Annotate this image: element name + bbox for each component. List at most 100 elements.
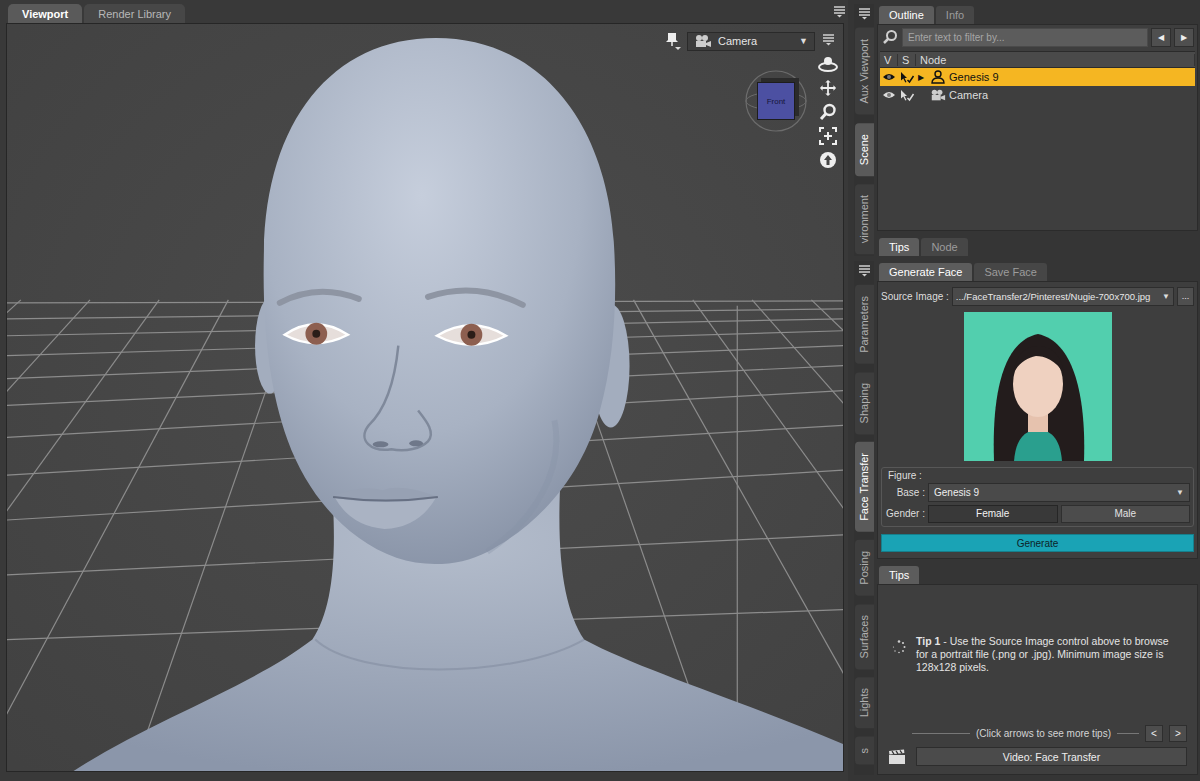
gender-button[interactable]: Female [928, 505, 1058, 523]
visibility-eye-icon[interactable] [880, 87, 898, 103]
camera-label: Camera [718, 35, 793, 47]
tab[interactable]: Info [936, 6, 974, 24]
tab-bar: Generate FaceSave Face [877, 261, 1198, 281]
tip-navigation: (Click arrows to see more tips)<> [878, 723, 1197, 743]
tab[interactable]: Tips [879, 566, 919, 584]
tab[interactable]: Generate Face [879, 263, 972, 281]
side-tab[interactable]: Aux Viewport [855, 28, 874, 115]
gender-label: Gender : [885, 508, 925, 519]
search-row: ◀▶ [878, 25, 1197, 49]
orbit-icon[interactable] [817, 54, 839, 73]
menu-icon[interactable] [817, 30, 839, 49]
tab[interactable]: Tips [879, 238, 919, 256]
gender-row: Gender :FemaleMale [885, 504, 1190, 523]
tip-body: - Use the Source Image control above to … [916, 635, 1169, 673]
viewport-tools [817, 30, 839, 169]
tip-text: Tip 1- Use the Source Image control abov… [916, 635, 1183, 674]
outline-row[interactable]: ▶ Genesis 9 [880, 68, 1195, 86]
home-icon[interactable] [817, 150, 839, 169]
figure-icon [930, 70, 946, 84]
side-tab[interactable]: Lights [855, 677, 874, 728]
browse-button[interactable]: ... [1177, 287, 1194, 306]
base-dropdown[interactable]: Genesis 9▼ [928, 483, 1190, 502]
side-tab[interactable]: Parameters [855, 285, 874, 364]
camera-dropdown[interactable]: Camera ▼ [687, 32, 815, 51]
generate-button[interactable]: Generate [881, 534, 1194, 552]
camera-controls: Camera ▼ [665, 31, 815, 51]
tab-bar: TipsNode [877, 236, 1198, 256]
side-tab[interactable]: Surfaces [855, 604, 874, 669]
column-header[interactable]: Node [916, 54, 1195, 66]
frame-icon[interactable] [817, 126, 839, 145]
3d-viewport[interactable]: Camera ▼ Front [6, 23, 844, 772]
source-image-dropdown[interactable]: .../FaceTransfer2/Pinterest/Nugie-700x70… [952, 287, 1174, 306]
viewport-tab[interactable]: Viewport [8, 4, 82, 23]
zoom-icon[interactable] [817, 102, 839, 121]
base-row: Base :Genesis 9▼ [885, 483, 1190, 502]
prev-button[interactable]: ◀ [1151, 28, 1171, 47]
previous-tip-button[interactable]: < [1145, 725, 1163, 742]
gender-button[interactable]: Male [1061, 505, 1191, 523]
side-tab-strip: Parameters Shaping Face Transfer Posing Surf… [854, 261, 874, 775]
dropdown-arrow: ▼ [1176, 488, 1184, 497]
source-image-row: Source Image : .../FaceTransfer2/Pinteres… [881, 286, 1194, 306]
outline-row[interactable]: Camera [880, 86, 1195, 104]
side-tab[interactable]: Shaping [855, 372, 874, 434]
viewport-tab[interactable]: Render Library [84, 4, 185, 23]
side-tab-strip: Aux Viewport Scene vironment [854, 4, 874, 256]
tab[interactable]: Node [921, 238, 967, 256]
video-row: Video: Face Transfer [878, 743, 1197, 774]
tab-bar: Tips [877, 564, 1198, 584]
tab[interactable]: Outline [879, 6, 934, 24]
selectable-cursor-icon[interactable] [898, 69, 916, 85]
visibility-eye-icon[interactable] [880, 69, 898, 85]
side-tab[interactable]: Scene [855, 123, 874, 176]
view-cube[interactable]: Front [743, 68, 809, 134]
pane-menu-icon[interactable] [856, 263, 872, 277]
column-header[interactable]: V [880, 54, 898, 66]
loading-spinner-icon [892, 640, 906, 654]
figure-render [7, 24, 843, 771]
side-tab[interactable]: Face Transfer [855, 442, 874, 532]
base-label: Base : [885, 487, 925, 498]
column-header[interactable]: S [898, 54, 916, 66]
selectable-cursor-icon[interactable] [898, 87, 916, 103]
outline-header: VSNode [880, 51, 1195, 68]
cube-face[interactable]: Front [757, 82, 795, 120]
video-button[interactable]: Video: Face Transfer [916, 747, 1187, 766]
dropdown-arrow: ▼ [1162, 292, 1170, 301]
figure-label: Figure : [885, 470, 1190, 481]
app-window: ViewportRender Library Camera ▼ Front Aux Vi… [0, 0, 1200, 781]
dropdown-arrow: ▼ [799, 36, 808, 46]
next-button[interactable]: ▶ [1174, 28, 1194, 47]
figure-group: Figure :Base :Genesis 9▼Gender :FemaleMa… [881, 467, 1194, 527]
tip-title: Tip 1 [916, 635, 940, 647]
pane-menu-icon[interactable] [856, 6, 872, 20]
viewport-tab-bar: ViewportRender Library [0, 0, 848, 23]
side-tab[interactable]: vironment [855, 184, 874, 254]
source-image-path: .../FaceTransfer2/Pinterest/Nugie-700x70… [956, 291, 1159, 302]
side-tab[interactable]: Posing [855, 540, 874, 596]
filter-input[interactable] [902, 28, 1148, 47]
node-cell: Camera [916, 88, 1195, 102]
panel-menu-icon[interactable] [832, 5, 846, 19]
expand-toggle[interactable]: ▶ [918, 73, 927, 82]
move-icon[interactable] [817, 78, 839, 97]
node-name: Camera [949, 89, 988, 101]
clapperboard-icon [888, 749, 906, 765]
divider-line [912, 733, 970, 734]
side-panes: Aux ViewportScenevironmentOutlineInfo◀▶V… [848, 0, 1200, 781]
node-name: Genesis 9 [949, 71, 999, 83]
source-image-label: Source Image : [881, 291, 949, 302]
node-cell: ▶ Genesis 9 [916, 70, 1195, 84]
side-tab[interactable]: s [855, 737, 874, 765]
next-tip-button[interactable]: > [1169, 725, 1187, 742]
divider-line [1117, 733, 1139, 734]
scene-section: Aux ViewportScenevironmentOutlineInfo◀▶V… [854, 4, 1198, 256]
search-icon [881, 28, 899, 46]
camera-icon [930, 88, 946, 102]
viewport-pane: ViewportRender Library Camera ▼ Front [0, 0, 848, 781]
pin-icon[interactable] [665, 31, 681, 51]
tab[interactable]: Save Face [974, 263, 1047, 281]
tip-area: Tip 1- Use the Source Image control abov… [878, 585, 1197, 723]
